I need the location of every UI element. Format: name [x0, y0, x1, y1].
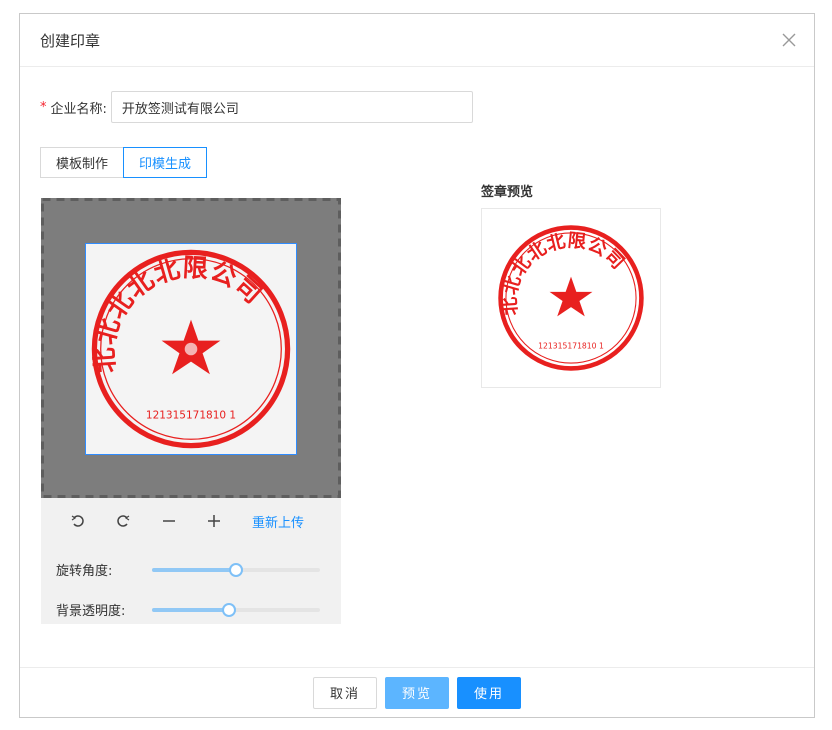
rotate-label: 旋转角度: [56, 564, 113, 579]
seal-editor: 北北北北北限公司 121315171810 1 重新上传 旋转角度: 背景透明度… [41, 198, 341, 624]
seal-serial: 121315171810 1 [146, 409, 236, 421]
create-seal-dialog: 创建印章 * 企业名称: 模板制作 印模生成 [19, 13, 815, 718]
editor-toolbar: 重新上传 [41, 498, 341, 546]
preview-label: 签章预览 [481, 185, 534, 200]
rotate-right-icon[interactable] [114, 512, 132, 530]
required-mark: * [40, 99, 47, 115]
use-button[interactable]: 使用 [457, 676, 522, 709]
zoom-out-icon[interactable] [160, 512, 178, 530]
preview-button[interactable]: 预览 [384, 676, 449, 709]
mode-tabs: 模板制作 印模生成 [40, 147, 208, 178]
rotate-slider-row: 旋转角度: [56, 560, 320, 579]
opacity-slider-thumb[interactable] [222, 602, 237, 617]
rotate-slider[interactable] [152, 562, 320, 577]
seal-image: 北北北北北限公司 121315171810 1 [90, 249, 291, 449]
cancel-button[interactable]: 取消 [312, 676, 377, 709]
crop-box[interactable]: 北北北北北限公司 121315171810 1 [85, 243, 297, 455]
crop-canvas[interactable]: 北北北北北限公司 121315171810 1 [41, 198, 341, 498]
company-name-input[interactable] [110, 91, 473, 123]
opacity-slider-row: 背景透明度: [56, 600, 320, 619]
reupload-link[interactable]: 重新上传 [252, 512, 304, 531]
zoom-in-icon[interactable] [205, 512, 223, 530]
close-icon[interactable] [780, 31, 798, 49]
preview-serial: 121315171810 1 [538, 342, 604, 351]
tab-template[interactable]: 模板制作 [40, 147, 125, 178]
dialog-title: 创建印章 [40, 31, 101, 50]
opacity-slider[interactable] [152, 602, 320, 617]
rotate-left-icon[interactable] [69, 512, 87, 530]
opacity-label: 背景透明度: [56, 604, 126, 619]
seal-preview-image: 北北北北北限公司 121315171810 1 [498, 225, 644, 371]
dialog-header: 创建印章 [20, 14, 814, 67]
seal-preview: 北北北北北限公司 121315171810 1 [481, 208, 661, 388]
rotate-slider-thumb[interactable] [229, 562, 243, 577]
company-name-label: 企业名称: [50, 101, 107, 117]
opacity-slider-fill [152, 607, 230, 612]
dialog-footer: 取消 预览 使用 [20, 667, 814, 717]
tab-seal-generate[interactable]: 印模生成 [123, 147, 208, 178]
company-name-row: * 企业名称: [40, 91, 473, 123]
rotate-slider-fill [152, 567, 236, 572]
